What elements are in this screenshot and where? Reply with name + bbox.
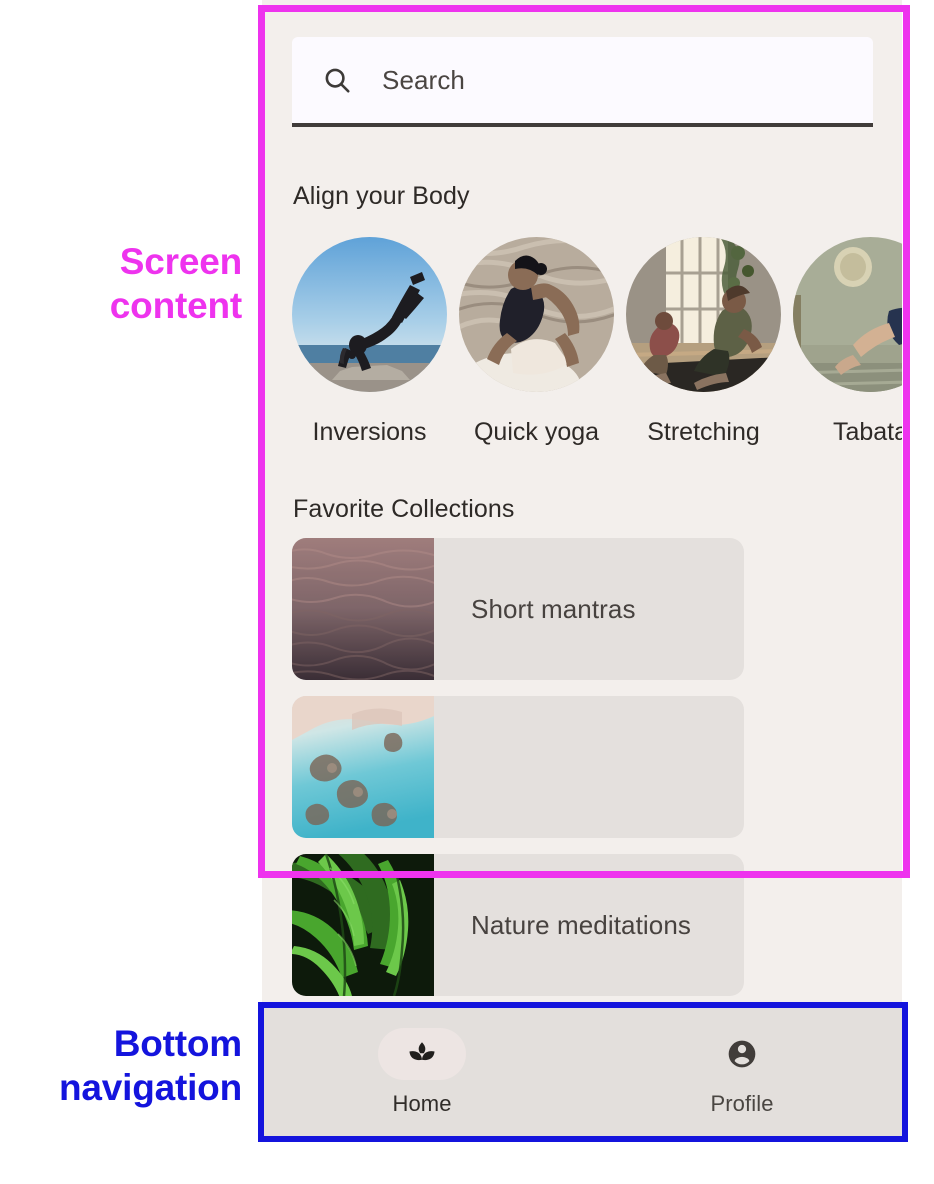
nav-home-indicator <box>378 1027 466 1080</box>
search-icon <box>325 68 350 93</box>
align-thumb-inversions <box>292 237 447 392</box>
screen-content: Search Align your Body Inversions Quick … <box>262 0 902 1138</box>
account-circle-icon <box>728 1040 756 1067</box>
nav-label-home: Home <box>392 1090 452 1116</box>
align-thumb-tabata <box>793 237 902 392</box>
nav-label-profile: Profile <box>710 1090 774 1116</box>
align-label-stretching: Stretching <box>647 418 760 446</box>
phone-frame: Search Align your Body Inversions Quick … <box>262 0 902 1138</box>
align-item-quick-yoga[interactable]: Quick yoga <box>459 237 614 447</box>
align-item-inversions[interactable]: Inversions <box>292 237 447 447</box>
collection-thumb-short-mantras <box>292 538 434 680</box>
align-thumb-quick-yoga <box>459 237 614 392</box>
collection-card-turquoise[interactable] <box>292 696 744 838</box>
nav-item-profile[interactable]: Profile <box>582 1028 902 1117</box>
align-your-body-row[interactable]: Inversions Quick yoga Stretching Tabata <box>292 237 902 447</box>
align-thumb-stretching <box>626 237 781 392</box>
collection-thumb-nature-meditations <box>292 854 434 996</box>
align-item-tabata[interactable]: Tabata <box>793 237 902 447</box>
annotation-label-bottom-navigation: Bottom navigation <box>58 1023 242 1108</box>
collection-label-nature-meditations: Nature meditations <box>471 909 692 940</box>
section-title-align: Align your Body <box>293 182 470 210</box>
collection-label-short-mantras: Short mantras <box>471 593 636 624</box>
collection-card-short-mantras[interactable]: Short mantras <box>292 538 744 680</box>
spa-icon <box>409 1041 435 1060</box>
annotation-label-screen-content: Screen content <box>109 241 242 326</box>
nav-profile-indicator <box>698 1028 786 1080</box>
nav-item-home[interactable]: Home <box>262 1027 582 1117</box>
align-label-inversions: Inversions <box>312 418 427 446</box>
bottom-navigation-bar: Home Profile <box>262 1006 902 1138</box>
align-label-tabata: Tabata <box>832 418 902 446</box>
collection-card-nature-meditations[interactable]: Nature meditations <box>292 854 744 996</box>
search-input[interactable]: Search <box>292 37 873 127</box>
align-item-stretching[interactable]: Stretching <box>626 237 781 447</box>
section-title-collections: Favorite Collections <box>293 495 515 523</box>
search-placeholder: Search <box>382 64 465 95</box>
collection-thumb-turquoise <box>292 696 434 838</box>
align-label-quick-yoga: Quick yoga <box>473 418 600 446</box>
